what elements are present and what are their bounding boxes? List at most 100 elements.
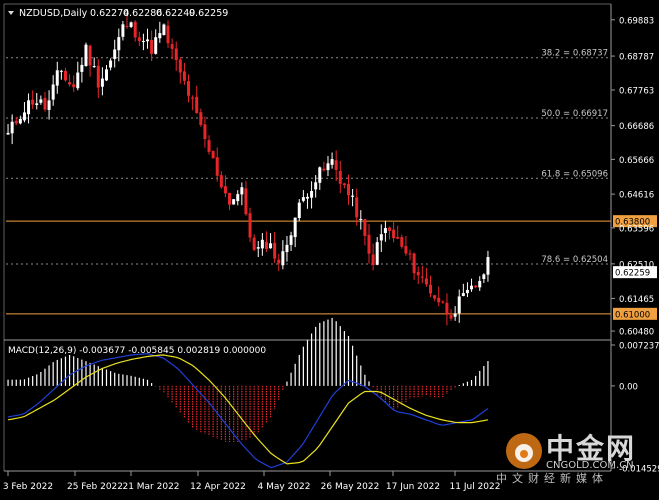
price-tick-label: 0.67763 bbox=[619, 86, 654, 96]
flame-logo-icon bbox=[506, 433, 542, 469]
macd-axis-label: 0.007237 bbox=[619, 342, 659, 352]
candle-bull bbox=[281, 251, 285, 266]
candle-bear bbox=[322, 168, 326, 171]
candle-bear bbox=[392, 229, 396, 239]
candle-bull bbox=[84, 44, 88, 67]
candle-bull bbox=[269, 243, 273, 249]
candle-bull bbox=[10, 121, 14, 134]
candle-bull bbox=[104, 69, 108, 81]
candle-bull bbox=[318, 167, 322, 183]
candle-bear bbox=[207, 140, 211, 152]
candle-bear bbox=[223, 186, 227, 194]
symbol-label: NZDUSD,Daily bbox=[19, 8, 88, 19]
date-tick-label: 11 Jul 2022 bbox=[450, 482, 501, 492]
candle-bull bbox=[129, 22, 133, 27]
candle-bull bbox=[470, 285, 474, 290]
candle-bear bbox=[363, 219, 367, 236]
date-tick-label: 21 Mar 2022 bbox=[122, 482, 179, 492]
candle-bear bbox=[404, 246, 408, 254]
candle-bear bbox=[400, 237, 404, 247]
candle-bull bbox=[232, 199, 236, 205]
candle-bull bbox=[109, 60, 113, 68]
candle-bear bbox=[334, 160, 338, 170]
candle-bear bbox=[474, 285, 478, 288]
candle-bear bbox=[429, 284, 433, 294]
candle-bear bbox=[228, 192, 232, 205]
candle-bull bbox=[154, 37, 158, 54]
candle-bull bbox=[457, 296, 461, 314]
chart-window[interactable]: 38.2 = 0.68737 50.0 = 0.66917 61.8 = 0.650… bbox=[0, 0, 659, 496]
candle-bear bbox=[408, 253, 412, 255]
candle-bear bbox=[96, 65, 100, 88]
chart-canvas[interactable]: 38.2 = 0.68737 50.0 = 0.66917 61.8 = 0.650… bbox=[0, 0, 659, 496]
candle-bull bbox=[113, 49, 117, 59]
candle-bull bbox=[260, 239, 264, 249]
candle-bear bbox=[449, 315, 453, 319]
candle-bear bbox=[355, 197, 359, 218]
candle-bull bbox=[121, 24, 125, 37]
candle-bull bbox=[453, 313, 457, 317]
candle-bull bbox=[465, 289, 469, 294]
candle-bull bbox=[297, 202, 301, 218]
date-tick-label: 3 Feb 2022 bbox=[3, 482, 53, 492]
candle-bull bbox=[256, 247, 260, 249]
candle-bull bbox=[35, 103, 39, 105]
candle-bull bbox=[47, 100, 51, 110]
candle-bear bbox=[211, 150, 215, 159]
candle-bull bbox=[117, 37, 121, 51]
candle-bear bbox=[248, 213, 252, 238]
brand-watermark: 中金网 CNGOLD.COM.CN 中文财经新媒体 bbox=[496, 423, 656, 493]
candle-bear bbox=[133, 21, 137, 38]
candle-bull bbox=[51, 84, 55, 100]
candle-bear bbox=[441, 301, 445, 303]
candle-bull bbox=[285, 244, 289, 253]
candle-bear bbox=[137, 37, 141, 41]
candle-bull bbox=[375, 242, 379, 265]
candle-bear bbox=[43, 98, 47, 110]
candle-bull bbox=[59, 70, 63, 72]
candle-bear bbox=[371, 254, 375, 266]
current-price-label: 0.62259 bbox=[615, 269, 650, 279]
candle-bull bbox=[305, 196, 309, 199]
candle-bear bbox=[338, 170, 342, 184]
price-tick-label: 0.61465 bbox=[619, 295, 654, 305]
candle-bull bbox=[478, 280, 482, 288]
candle-bear bbox=[191, 97, 195, 99]
macd-axis-label: 0.00 bbox=[619, 382, 638, 392]
candle-bear bbox=[31, 99, 35, 105]
date-tick-label: 25 Feb 2022 bbox=[67, 482, 123, 492]
candle-bull bbox=[162, 24, 166, 36]
candle-bull bbox=[27, 100, 31, 115]
price-tick-label: 0.63596 bbox=[619, 224, 654, 234]
candle-bull bbox=[141, 41, 145, 43]
candle-bear bbox=[367, 234, 371, 254]
candle-bear bbox=[178, 59, 182, 73]
date-tick-label: 26 May 2022 bbox=[321, 482, 380, 492]
candle-bear bbox=[412, 253, 416, 274]
candle-bear bbox=[215, 157, 219, 176]
candle-bull bbox=[310, 191, 314, 198]
candle-bear bbox=[88, 45, 92, 66]
candle-bull bbox=[379, 234, 383, 241]
candle-bull bbox=[22, 112, 26, 121]
candle-bear bbox=[277, 259, 281, 264]
candle-bull bbox=[146, 39, 150, 42]
date-tick-label: 12 Apr 2022 bbox=[190, 482, 246, 492]
candle-bull bbox=[383, 228, 387, 234]
candle-bear bbox=[166, 25, 170, 44]
candle-bear bbox=[396, 237, 400, 239]
candle-bull bbox=[314, 182, 318, 190]
candle-bull bbox=[289, 235, 293, 245]
candle-bear bbox=[72, 84, 76, 88]
candle-bull bbox=[486, 257, 490, 275]
candle-bear bbox=[14, 120, 18, 124]
candle-bear bbox=[273, 242, 277, 259]
candle-bear bbox=[182, 71, 186, 81]
candle-bear bbox=[63, 70, 67, 81]
candle-bull bbox=[293, 217, 297, 238]
candle-bear bbox=[203, 124, 207, 139]
candle-bull bbox=[359, 218, 363, 220]
candle-bull bbox=[55, 70, 59, 86]
ohlc-close: 0.62259 bbox=[189, 8, 228, 19]
fibo-level-label: 38.2 = 0.68737 bbox=[541, 49, 608, 59]
